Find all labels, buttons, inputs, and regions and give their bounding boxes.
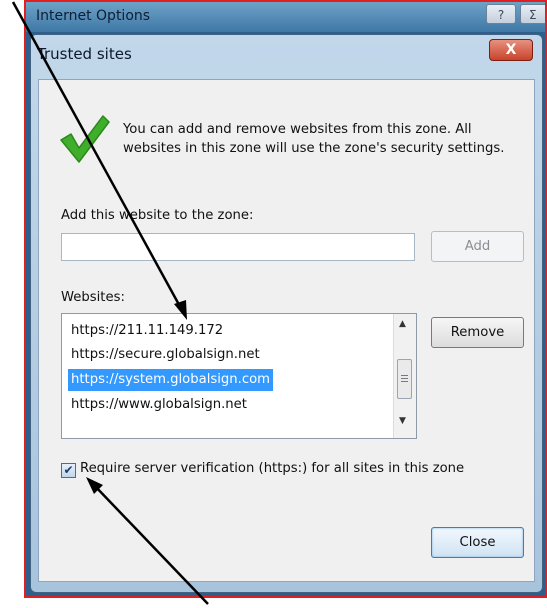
remove-button[interactable]: Remove <box>431 317 524 348</box>
dialog-body: You can add and remove websites from thi… <box>38 79 535 582</box>
scroll-down-arrow-icon[interactable]: ▼ <box>399 416 406 426</box>
outer-window-title: Internet Options <box>36 8 151 24</box>
dialog-title: Trusted sites <box>37 45 132 63</box>
outer-close-button[interactable]: Σ <box>520 4 545 24</box>
require-verification-checkbox[interactable]: ✔ <box>61 463 76 478</box>
zone-info-text: You can add and remove websites from thi… <box>123 122 505 156</box>
vertical-scrollbar[interactable]: ▲ ▼ <box>393 314 416 438</box>
list-item-selected[interactable]: https://system.globalsign.com <box>68 369 273 391</box>
website-input[interactable] <box>61 233 415 261</box>
scroll-thumb[interactable] <box>397 359 412 399</box>
add-button[interactable]: Add <box>431 231 524 262</box>
scroll-up-arrow-icon[interactable]: ▲ <box>399 319 406 329</box>
dialog-close-button[interactable]: X <box>489 39 533 61</box>
help-button[interactable]: ? <box>486 4 516 24</box>
close-button[interactable]: Close <box>431 527 524 558</box>
list-item[interactable]: https://secure.globalsign.net <box>68 344 263 366</box>
dialog-titlebar[interactable]: Trusted sites X <box>31 35 542 75</box>
add-website-label: Add this website to the zone: <box>61 208 254 223</box>
list-item[interactable]: https://211.11.149.172 <box>68 320 226 342</box>
trusted-sites-dialog: Trusted sites X You can add and remove w… <box>30 34 543 593</box>
websites-label: Websites: <box>61 290 125 305</box>
outer-titlebar: Internet Options ? Σ <box>26 2 545 32</box>
checkmark-icon <box>60 115 110 163</box>
list-item[interactable]: https://www.globalsign.net <box>68 394 250 416</box>
require-verification-label[interactable]: Require server verification (https:) for… <box>80 461 464 476</box>
websites-list[interactable]: https://211.11.149.172 https://secure.gl… <box>61 313 417 439</box>
